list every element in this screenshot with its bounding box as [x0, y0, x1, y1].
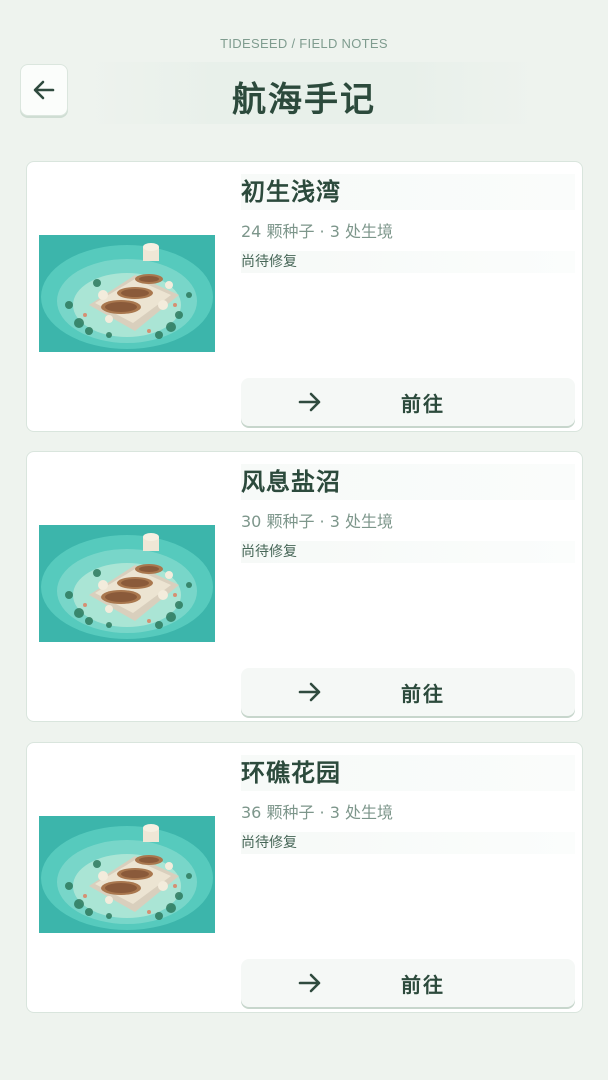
level-card: 风息盐沼 30 颗种子 · 3 处生境 尚待修复 前往 [26, 451, 583, 722]
card-title: 环礁花园 [241, 755, 575, 791]
card-status: 尚待修复 [241, 251, 575, 273]
page-title: 航海手记 [232, 80, 376, 120]
card-meta: 24 颗种子 · 3 处生境 [241, 222, 393, 241]
card-title: 风息盐沼 [241, 464, 575, 500]
arrow-right-icon [298, 973, 321, 993]
go-button[interactable]: 前往 [241, 378, 575, 426]
level-card: 环礁花园 36 颗种子 · 3 处生境 尚待修复 前往 [26, 742, 583, 1013]
card-meta: 36 颗种子 · 3 处生境 [241, 803, 393, 822]
page-subtitle: TIDESEED / FIELD NOTES [220, 36, 388, 51]
level-card: 初生浅湾 24 颗种子 · 3 处生境 尚待修复 前往 [26, 161, 583, 432]
go-button[interactable]: 前往 [241, 668, 575, 716]
card-status: 尚待修复 [241, 541, 575, 563]
go-button-label: 前往 [401, 682, 445, 706]
arrow-right-icon [298, 682, 321, 702]
card-meta: 30 颗种子 · 3 处生境 [241, 512, 393, 531]
card-status: 尚待修复 [241, 832, 575, 854]
go-button-label: 前往 [401, 973, 445, 997]
go-button-label: 前往 [401, 392, 445, 416]
card-title: 初生浅湾 [241, 174, 575, 210]
island-thumbnail [39, 816, 215, 933]
island-thumbnail [39, 235, 215, 352]
go-button[interactable]: 前往 [241, 959, 575, 1007]
arrow-right-icon [298, 392, 321, 412]
island-thumbnail [39, 525, 215, 642]
